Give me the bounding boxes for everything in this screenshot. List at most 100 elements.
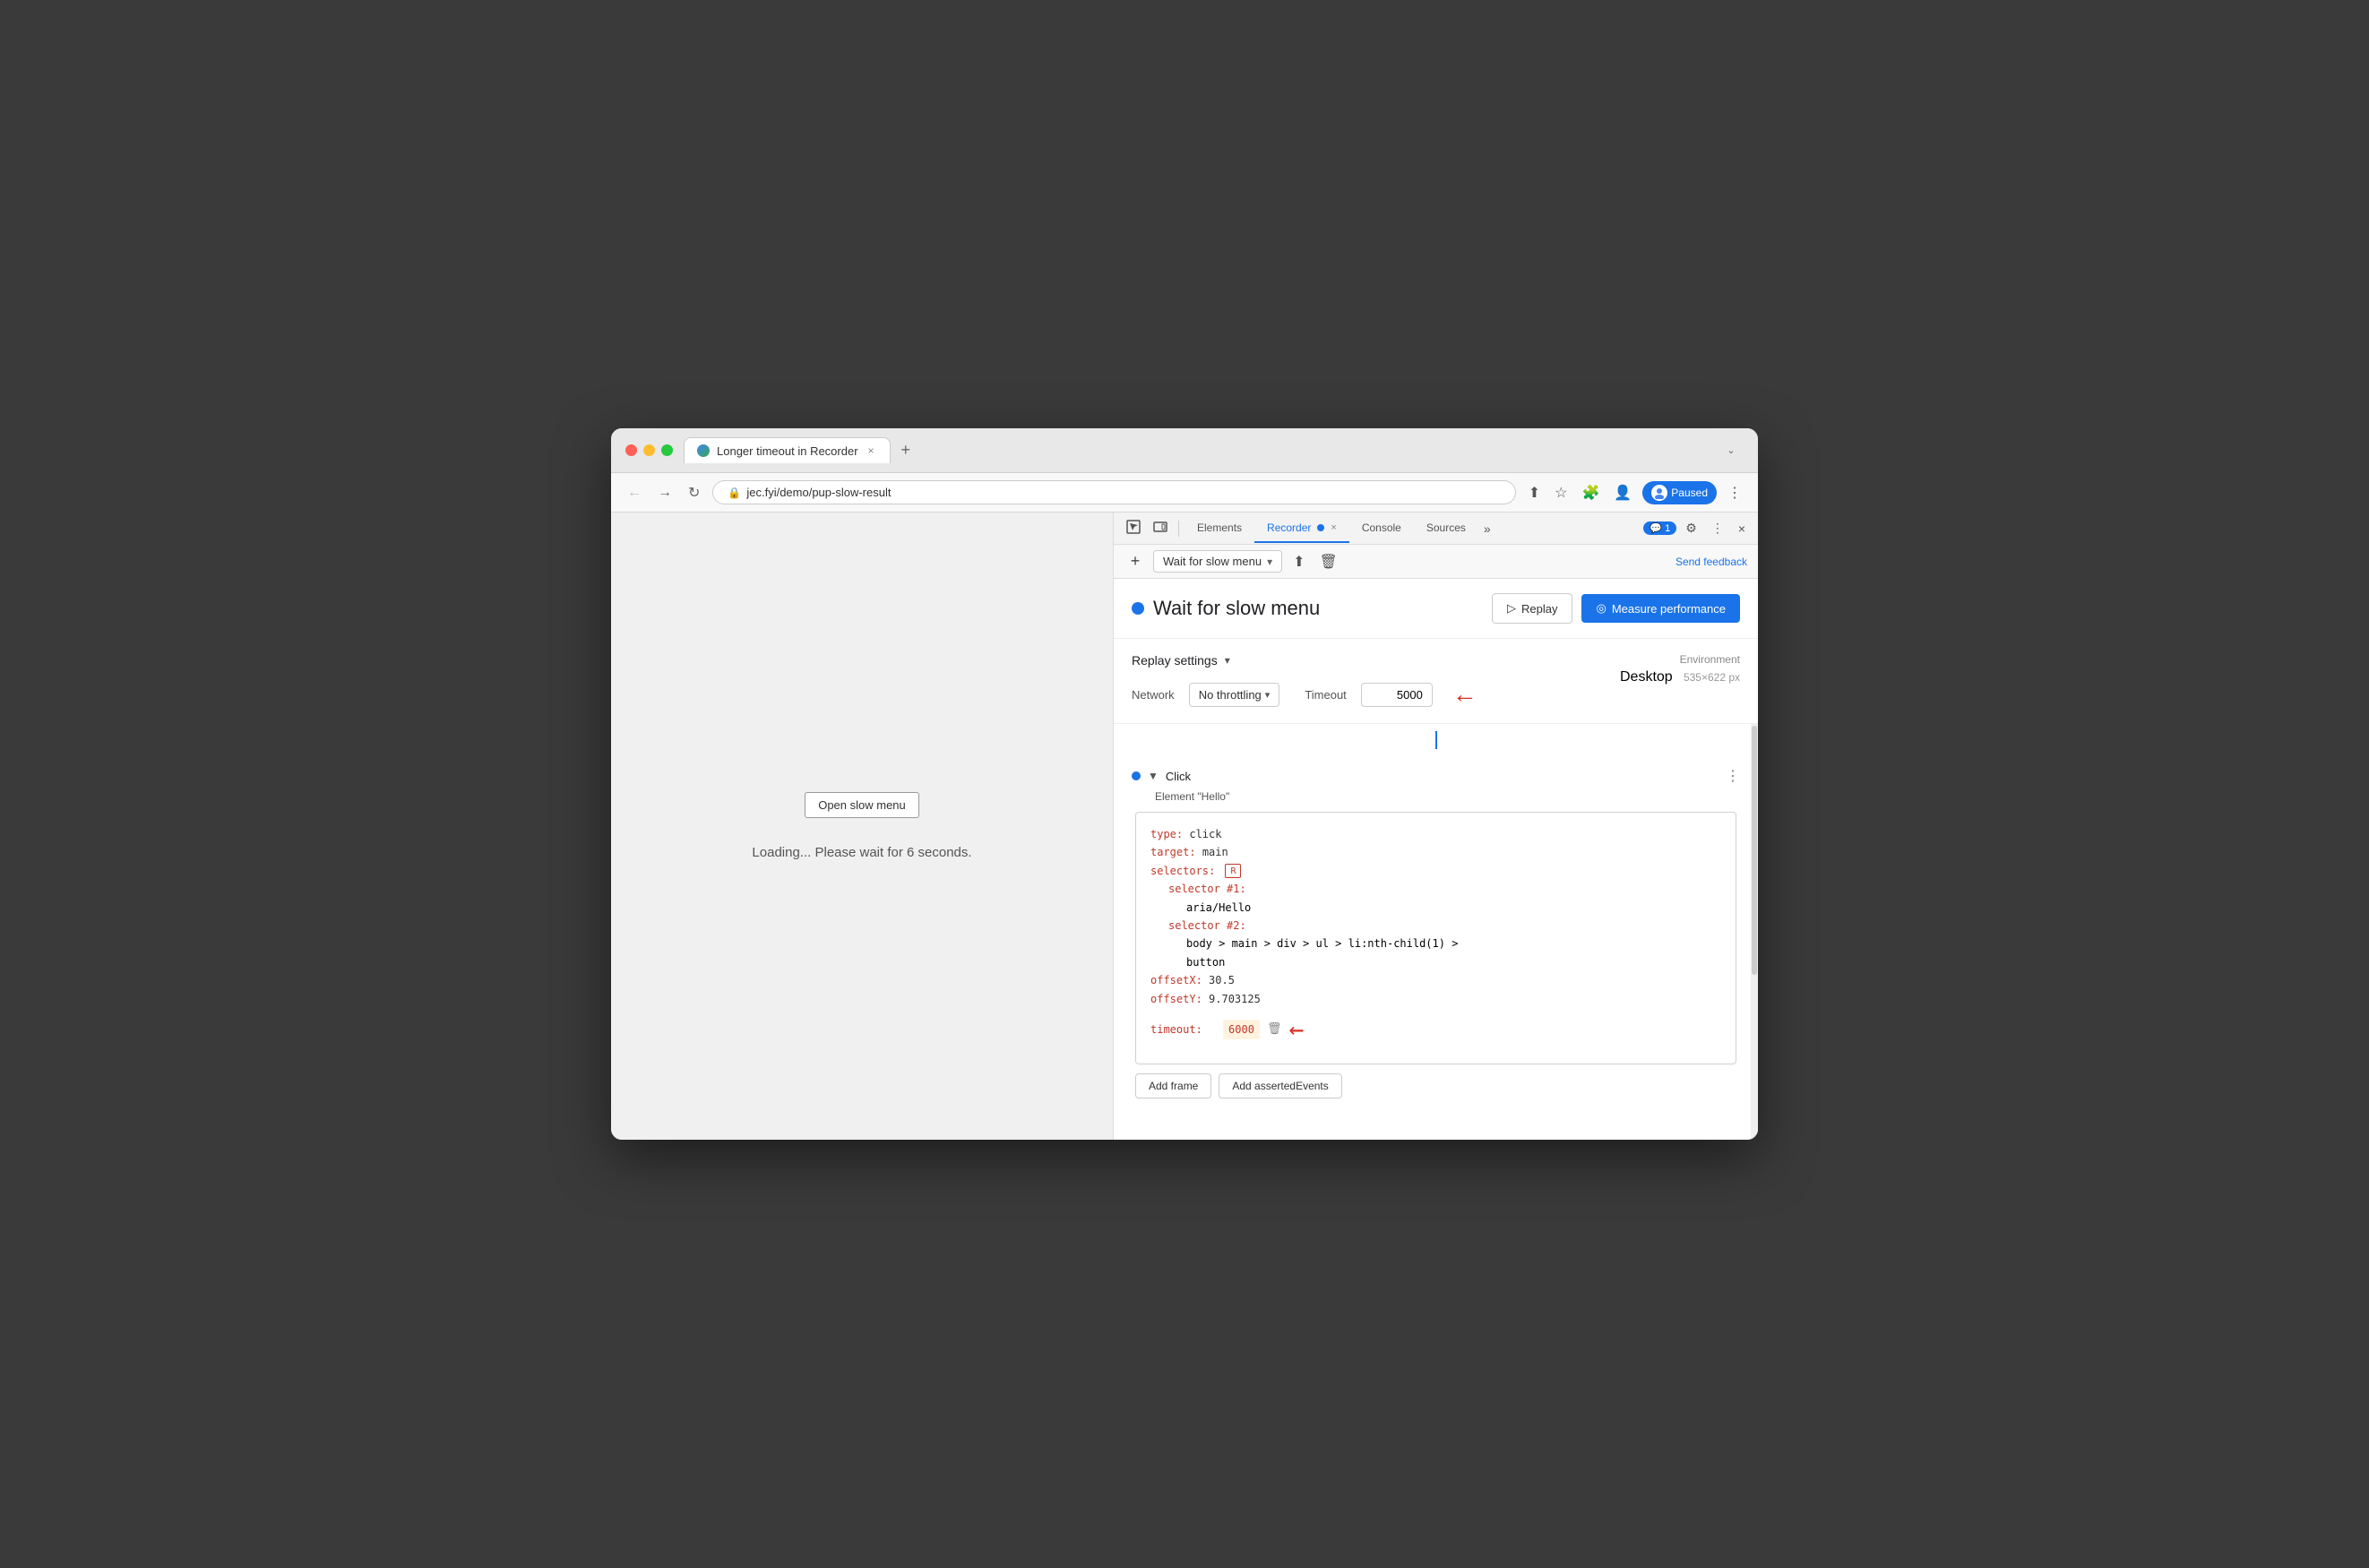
traffic-lights xyxy=(625,444,673,456)
devtools-scrollbar[interactable] xyxy=(1751,724,1758,1140)
code-line-timeout: timeout: 6000 🗑 ← xyxy=(1150,1008,1721,1051)
export-recording-button[interactable]: ⬆ xyxy=(1289,551,1308,573)
more-options-button[interactable]: ⋮ xyxy=(1706,517,1729,539)
menu-button[interactable]: ⋮ xyxy=(1724,482,1745,504)
play-icon: ▷ xyxy=(1507,601,1516,616)
bookmark-icon[interactable]: ☆ xyxy=(1551,482,1571,504)
tab-console[interactable]: Console xyxy=(1349,514,1414,543)
replay-settings-title: Replay settings xyxy=(1132,653,1218,668)
tab-title: Longer timeout in Recorder xyxy=(717,444,858,458)
tab-bar: Longer timeout in Recorder × + xyxy=(684,437,1708,463)
open-slow-menu-button[interactable]: Open slow menu xyxy=(805,792,919,818)
type-key: type: xyxy=(1150,828,1183,840)
settings-button[interactable]: ⚙ xyxy=(1680,517,1702,539)
delete-recording-button[interactable]: 🗑 xyxy=(1316,551,1341,573)
replay-button[interactable]: ▷ Replay xyxy=(1492,593,1572,624)
inspect-tool-button[interactable] xyxy=(1121,516,1146,540)
measure-performance-button[interactable]: ◎ Measure performance xyxy=(1581,594,1740,623)
add-frame-button[interactable]: Add frame xyxy=(1135,1073,1211,1098)
profile-icon[interactable]: 👤 xyxy=(1610,482,1635,504)
settings-main-row: Replay settings ▾ Network No throttling … xyxy=(1132,653,1740,709)
refresh-button[interactable]: ↻ xyxy=(685,482,703,504)
add-recording-button[interactable]: + xyxy=(1124,551,1146,573)
nav-actions: ⬆ ☆ 🧩 👤 Paused ⋮ xyxy=(1525,481,1745,504)
toolbar-separator xyxy=(1178,521,1179,537)
close-devtools-button[interactable]: × xyxy=(1733,518,1751,539)
step-name: Click xyxy=(1166,770,1191,783)
new-tab-button[interactable]: + xyxy=(898,441,915,460)
code-line-type: type: click xyxy=(1150,825,1721,843)
tab-close-button[interactable]: × xyxy=(866,444,877,458)
target-val: main xyxy=(1202,846,1228,858)
steps-area: ▼ Click ⋮ Element "Hello" type: click ta… xyxy=(1114,724,1758,1140)
extensions-icon[interactable]: 🧩 xyxy=(1578,482,1603,504)
replay-label: Replay xyxy=(1521,602,1557,616)
network-value: No throttling xyxy=(1199,688,1262,702)
step-line xyxy=(1435,731,1437,749)
selector-icon[interactable]: R xyxy=(1225,864,1241,878)
recording-name-dropdown[interactable]: Wait for slow menu ▾ xyxy=(1153,550,1282,573)
recorder-header: Wait for slow menu ▷ Replay ◎ Measure pe… xyxy=(1114,579,1758,639)
target-key: target: xyxy=(1150,846,1196,858)
share-icon[interactable]: ⬆ xyxy=(1525,482,1544,504)
send-feedback-link[interactable]: Send feedback xyxy=(1676,556,1747,568)
network-dropdown-arrow-icon: ▾ xyxy=(1265,689,1271,701)
step-more-options[interactable]: ⋮ xyxy=(1726,767,1740,785)
address-bar[interactable]: 🔒 jec.fyi/demo/pup-slow-result xyxy=(712,480,1515,504)
settings-row: Network No throttling ▾ Timeout 5000 ← xyxy=(1132,680,1477,709)
close-window-button[interactable] xyxy=(625,444,637,456)
step-header: ▼ Click ⋮ xyxy=(1132,767,1740,785)
avatar xyxy=(1651,485,1667,501)
notifications-badge[interactable]: 💬 1 xyxy=(1643,521,1676,535)
network-throttling-select[interactable]: No throttling ▾ xyxy=(1189,683,1280,707)
step-collapse-icon[interactable]: ▼ xyxy=(1148,770,1159,782)
replay-settings: Replay settings ▾ Network No throttling … xyxy=(1114,639,1758,724)
profile-label: Paused xyxy=(1671,487,1708,499)
devtools-right-actions: 💬 1 ⚙ ⋮ × xyxy=(1643,517,1751,539)
timeout-delete-icon[interactable]: 🗑 xyxy=(1267,1020,1282,1039)
recorder-tab-close[interactable]: × xyxy=(1331,522,1336,533)
tab-recorder[interactable]: Recorder × xyxy=(1254,514,1349,543)
code-selector2-val2: button xyxy=(1150,953,1721,971)
offsetX-key: offsetX: xyxy=(1150,974,1202,986)
window-collapse-button[interactable]: ⌄ xyxy=(1719,442,1744,460)
recording-name: Wait for slow menu xyxy=(1163,555,1262,568)
device-resolution xyxy=(1676,671,1679,684)
code-block: type: click target: main selectors: R xyxy=(1135,812,1736,1064)
tab-favicon xyxy=(697,444,710,457)
recorder-toolbar: + Wait for slow menu ▾ ⬆ 🗑 Send feedback xyxy=(1114,545,1758,579)
recording-title-area: Wait for slow menu xyxy=(1132,597,1320,620)
browser-tab[interactable]: Longer timeout in Recorder × xyxy=(684,437,891,463)
device-toggle-button[interactable] xyxy=(1148,516,1173,540)
tab-elements[interactable]: Elements xyxy=(1184,514,1254,543)
click-step: ▼ Click ⋮ Element "Hello" type: click ta… xyxy=(1114,756,1758,1109)
more-tabs-button[interactable]: » xyxy=(1478,518,1496,539)
nav-bar: ← → ↻ 🔒 jec.fyi/demo/pup-slow-result ⬆ ☆… xyxy=(611,473,1758,513)
timeout-input[interactable]: 5000 xyxy=(1361,683,1433,707)
step-indicator xyxy=(1132,771,1141,780)
devtools-toolbar: Elements Recorder × Console Sources » 💬 … xyxy=(1114,513,1758,545)
network-label: Network xyxy=(1132,688,1175,702)
profile-button[interactable]: Paused xyxy=(1642,481,1717,504)
loading-text: Loading... Please wait for 6 seconds. xyxy=(752,845,971,860)
red-arrow-code-icon: ← xyxy=(1288,1008,1304,1051)
back-button[interactable]: ← xyxy=(624,483,645,503)
recording-title: Wait for slow menu xyxy=(1153,597,1320,620)
code-line-selectors: selectors: R xyxy=(1150,862,1721,880)
forward-button[interactable]: → xyxy=(654,483,676,503)
device-name: Desktop xyxy=(1620,669,1673,685)
timeout-code-val[interactable]: 6000 xyxy=(1223,1020,1260,1039)
settings-collapse-icon[interactable]: ▾ xyxy=(1225,654,1230,667)
title-bar: Longer timeout in Recorder × + ⌄ xyxy=(611,428,1758,473)
selectors-key: selectors: xyxy=(1150,865,1215,877)
fullscreen-window-button[interactable] xyxy=(661,444,673,456)
url-text: jec.fyi/demo/pup-slow-result xyxy=(746,486,891,499)
tab-sources[interactable]: Sources xyxy=(1414,514,1478,543)
selector1-key: selector #1: xyxy=(1168,883,1246,895)
code-selector1-key-line: selector #1: xyxy=(1150,880,1721,898)
devtools-tabs: Elements Recorder × Console Sources » xyxy=(1184,514,1641,543)
add-asserted-events-button[interactable]: Add assertedEvents xyxy=(1219,1073,1341,1098)
recorder-tab-label: Recorder xyxy=(1267,521,1311,534)
code-line-offsetY: offsetY: 9.703125 xyxy=(1150,990,1721,1008)
minimize-window-button[interactable] xyxy=(643,444,655,456)
